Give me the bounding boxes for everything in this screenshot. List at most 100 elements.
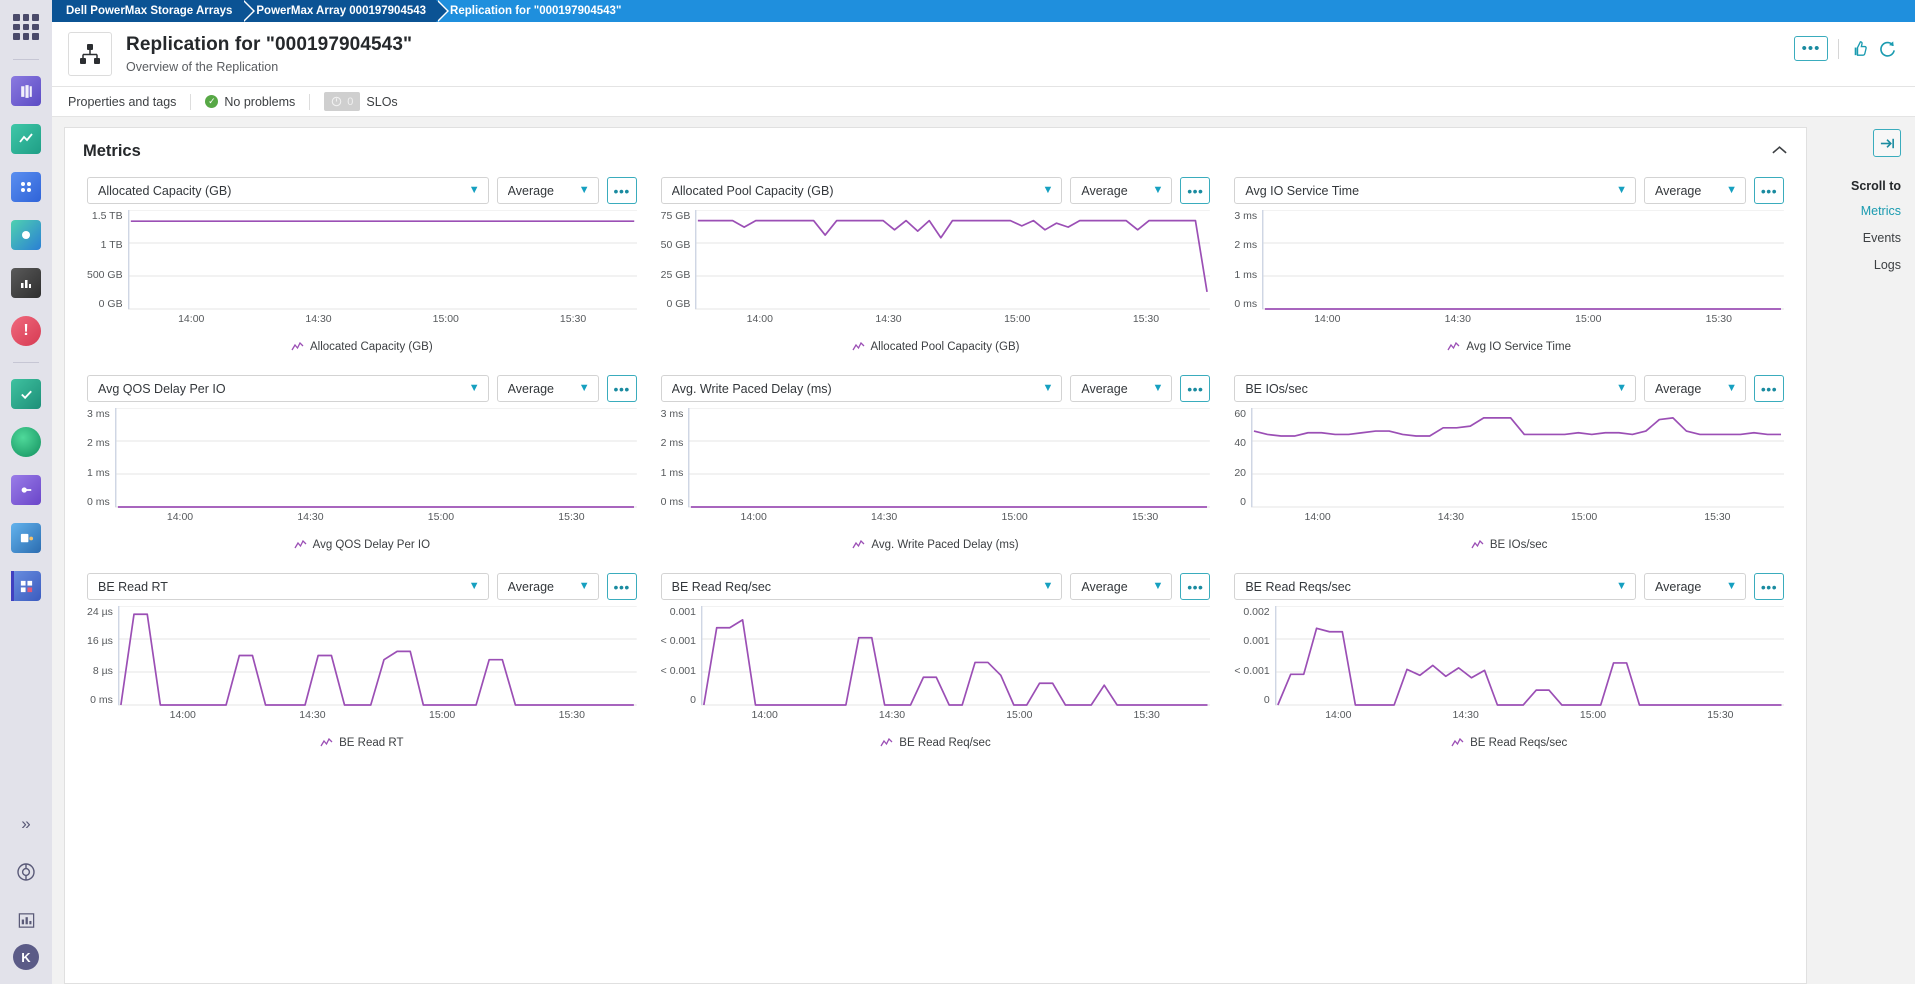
- x-tick-label: 15:30: [506, 511, 636, 523]
- scroll-to-events[interactable]: Events: [1863, 231, 1901, 245]
- chart-legend[interactable]: Allocated Pool Capacity (GB): [661, 341, 1211, 353]
- releases-icon[interactable]: [11, 379, 41, 409]
- chart-legend[interactable]: Allocated Capacity (GB): [87, 341, 637, 353]
- slo-status[interactable]: 0 SLOs: [310, 87, 411, 116]
- x-tick-label: 14:00: [1262, 313, 1392, 325]
- chart-legend[interactable]: Avg IO Service Time: [1234, 341, 1784, 353]
- user-avatar[interactable]: K: [13, 944, 39, 970]
- aggregation-select[interactable]: Average▼: [1644, 177, 1746, 204]
- metric-more-button[interactable]: •••: [1754, 177, 1784, 204]
- aggregation-select[interactable]: Average▼: [497, 177, 599, 204]
- chart-legend[interactable]: BE IOs/sec: [1234, 539, 1784, 551]
- metric-controls: BE IOs/sec▼ Average▼ •••: [1234, 375, 1784, 402]
- app-launcher-icon[interactable]: [13, 14, 39, 40]
- y-tick-label: 3 ms: [661, 408, 684, 420]
- y-axis: 3 ms2 ms1 ms0 ms: [661, 408, 689, 508]
- x-tick-label: 14:00: [115, 511, 245, 523]
- refresh-icon[interactable]: [1878, 39, 1897, 58]
- breadcrumb-item-1[interactable]: PowerMax Array 000197904543: [242, 0, 436, 22]
- x-tick-label: 14:30: [824, 313, 953, 325]
- collapse-panel-icon[interactable]: [1873, 129, 1901, 157]
- metric-more-button[interactable]: •••: [607, 573, 637, 600]
- breadcrumb-item-0[interactable]: Dell PowerMax Storage Arrays: [52, 0, 242, 22]
- x-tick-label: 15:30: [1654, 313, 1784, 325]
- chart-legend[interactable]: BE Read RT: [87, 737, 637, 749]
- chart-canvas[interactable]: 14:0014:3015:0015:30: [695, 210, 1210, 325]
- aggregation-select-value: Average: [1655, 382, 1701, 396]
- aggregation-select-value: Average: [1081, 580, 1127, 594]
- aggregation-select[interactable]: Average▼: [1070, 375, 1172, 402]
- line-chart-svg: [118, 606, 637, 706]
- scroll-to-metrics[interactable]: Metrics: [1861, 204, 1901, 218]
- metric-select[interactable]: BE Read RT▼: [87, 573, 489, 600]
- hosts-icon[interactable]: [11, 76, 41, 106]
- aggregation-select[interactable]: Average▼: [497, 375, 599, 402]
- apps-grid-icon[interactable]: [11, 571, 41, 601]
- metric-select[interactable]: Allocated Capacity (GB)▼: [87, 177, 489, 204]
- applications-icon[interactable]: [11, 172, 41, 202]
- metric-more-button[interactable]: •••: [1754, 375, 1784, 402]
- metric-controls: Avg IO Service Time▼ Average▼ •••: [1234, 177, 1784, 204]
- chart-canvas[interactable]: 14:0014:3015:0015:30: [1251, 408, 1784, 523]
- chart-canvas[interactable]: 14:0014:3015:0015:30: [1275, 606, 1784, 721]
- problems-status[interactable]: ✓ No problems: [191, 87, 309, 116]
- kubernetes-icon[interactable]: [11, 427, 41, 457]
- chevron-down-icon: ▼: [1616, 185, 1627, 196]
- chevron-up-icon[interactable]: [1771, 144, 1788, 159]
- reports-icon[interactable]: [13, 907, 39, 933]
- chart-canvas[interactable]: 14:0014:3015:0015:30: [1262, 210, 1784, 325]
- metric-select[interactable]: BE Read Reqs/sec▼: [1234, 573, 1636, 600]
- rail-divider-2: [13, 362, 39, 363]
- aggregation-select[interactable]: Average▼: [1070, 177, 1172, 204]
- y-tick-label: 0.001: [670, 606, 696, 618]
- metric-more-button[interactable]: •••: [607, 375, 637, 402]
- chart-legend[interactable]: Avg. Write Paced Delay (ms): [661, 539, 1211, 551]
- legend-label: Allocated Pool Capacity (GB): [871, 341, 1020, 353]
- metric-select[interactable]: BE Read Req/sec▼: [661, 573, 1063, 600]
- properties-and-tags-link[interactable]: Properties and tags: [68, 87, 190, 116]
- dashboards-icon[interactable]: [11, 268, 41, 298]
- more-actions-button[interactable]: •••: [1794, 36, 1828, 61]
- scroll-to-logs[interactable]: Logs: [1874, 258, 1901, 272]
- y-tick-label: 1 ms: [87, 467, 110, 479]
- aggregation-select[interactable]: Average▼: [497, 573, 599, 600]
- aggregation-select[interactable]: Average▼: [1644, 573, 1746, 600]
- aggregation-select[interactable]: Average▼: [1070, 573, 1172, 600]
- chart-legend[interactable]: BE Read Req/sec: [661, 737, 1211, 749]
- metric-controls: BE Read RT▼ Average▼ •••: [87, 573, 637, 600]
- metric-more-button[interactable]: •••: [1180, 375, 1210, 402]
- metric-select[interactable]: Avg QOS Delay Per IO▼: [87, 375, 489, 402]
- x-axis: 14:0014:3015:0015:30: [115, 511, 637, 523]
- security-icon[interactable]: [11, 475, 41, 505]
- help-icon[interactable]: [13, 859, 39, 885]
- chart-canvas[interactable]: 14:0014:3015:0015:30: [118, 606, 637, 721]
- y-tick-label: 60: [1234, 408, 1246, 420]
- thumbs-up-icon[interactable]: [1849, 39, 1868, 58]
- breadcrumb-item-2[interactable]: Replication for "000197904543": [436, 0, 1915, 22]
- metric-more-button[interactable]: •••: [1180, 573, 1210, 600]
- chart-canvas[interactable]: 14:0014:3015:0015:30: [701, 606, 1210, 721]
- metric-select[interactable]: Avg IO Service Time▼: [1234, 177, 1636, 204]
- y-tick-label: 40: [1234, 437, 1246, 449]
- problems-icon[interactable]: !: [11, 316, 41, 346]
- chart-legend[interactable]: Avg QOS Delay Per IO: [87, 539, 637, 551]
- y-axis: 0.001< 0.001< 0.0010: [661, 606, 701, 706]
- workflows-icon[interactable]: [11, 523, 41, 553]
- metric-select[interactable]: Allocated Pool Capacity (GB)▼: [661, 177, 1063, 204]
- x-axis: 14:0014:3015:0015:30: [1251, 511, 1784, 523]
- metric-select[interactable]: Avg. Write Paced Delay (ms)▼: [661, 375, 1063, 402]
- aggregation-select[interactable]: Average▼: [1644, 375, 1746, 402]
- metric-more-button[interactable]: •••: [607, 177, 637, 204]
- main-column: Dell PowerMax Storage Arrays PowerMax Ar…: [52, 0, 1915, 984]
- x-tick-label: 15:00: [1518, 511, 1651, 523]
- services-icon[interactable]: [11, 220, 41, 250]
- metric-select[interactable]: BE IOs/sec▼: [1234, 375, 1636, 402]
- chart-canvas[interactable]: 14:0014:3015:0015:30: [688, 408, 1210, 523]
- chart-canvas[interactable]: 14:0014:3015:0015:30: [115, 408, 637, 523]
- metric-more-button[interactable]: •••: [1754, 573, 1784, 600]
- chart-canvas[interactable]: 14:0014:3015:0015:30: [128, 210, 637, 325]
- expand-rail-icon[interactable]: »: [13, 811, 39, 837]
- metric-more-button[interactable]: •••: [1180, 177, 1210, 204]
- chart-legend[interactable]: BE Read Reqs/sec: [1234, 737, 1784, 749]
- analytics-icon[interactable]: [11, 124, 41, 154]
